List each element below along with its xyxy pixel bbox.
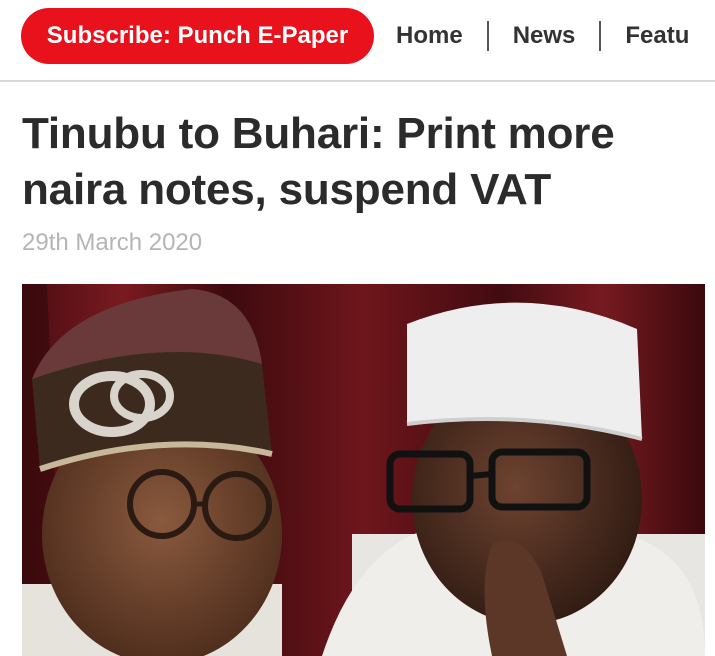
subscribe-epaper-button[interactable]: Subscribe: Punch E-Paper [21,8,374,64]
nav-separator [486,21,489,51]
article-headline: Tinubu to Buhari: Print more naira notes… [22,109,615,214]
nav-separator [599,21,602,51]
top-navigation-bar: Subscribe: Punch E-Paper Home News Featu [0,0,715,82]
nav-home-link[interactable]: Home [396,22,463,50]
article-photo [22,284,705,656]
nav-features-link[interactable]: Featu [625,22,689,50]
article-photo-illustration [22,284,705,656]
main-nav: Home News Featu [396,8,689,64]
nav-news-link[interactable]: News [513,22,576,50]
article-date: 29th March 2020 [22,229,203,256]
